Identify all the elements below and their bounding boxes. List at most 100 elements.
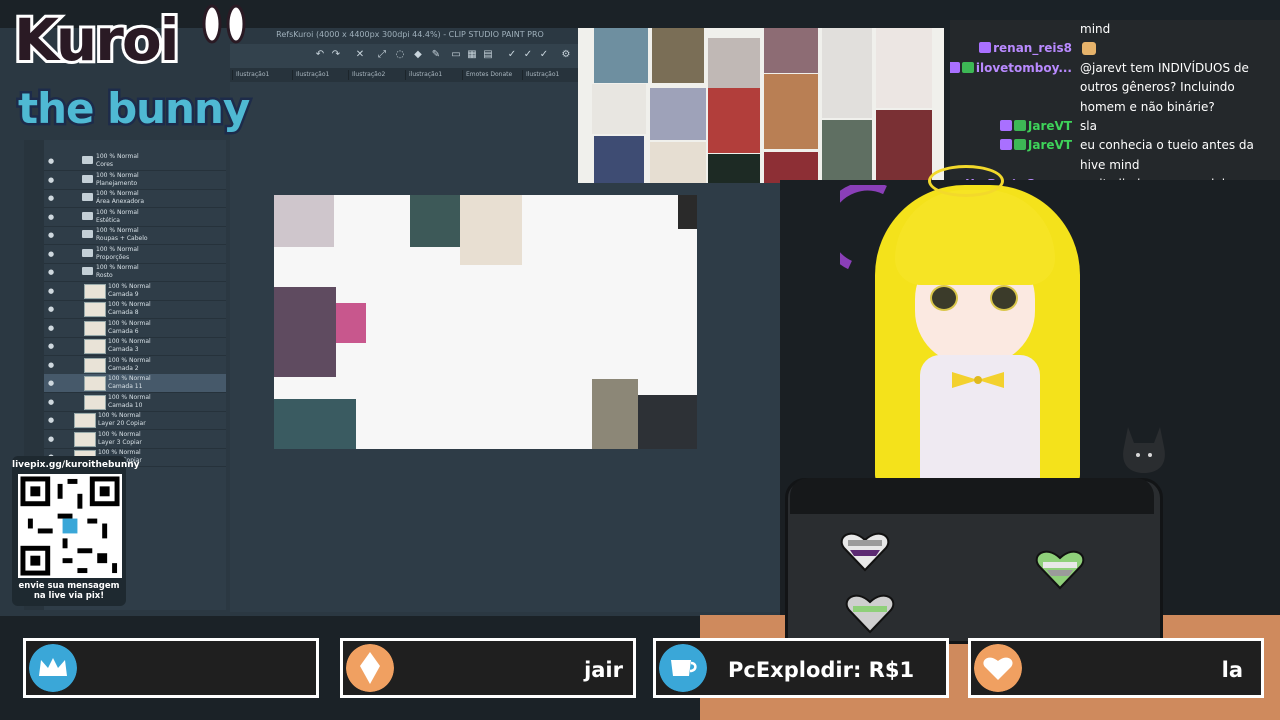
event-bar-sub xyxy=(23,638,319,698)
folder-icon xyxy=(82,248,93,257)
tab-1[interactable]: Ilustração1 xyxy=(292,70,332,80)
chat-message-text: outros gêneros? Incluindo xyxy=(1080,80,1235,95)
reference-photo xyxy=(652,28,704,83)
ruler-icon[interactable]: ▤ xyxy=(482,49,494,61)
visibility-eye-icon[interactable]: ● xyxy=(48,176,56,184)
visibility-eye-icon[interactable]: ● xyxy=(48,324,56,332)
reference-photo xyxy=(708,88,760,153)
layer-row[interactable]: ● 100 % Normal Planejamento xyxy=(24,171,226,190)
layer-name: Estética xyxy=(96,216,120,224)
layer-thumbnail xyxy=(84,283,106,299)
visibility-eye-icon[interactable]: ● xyxy=(48,231,56,239)
visibility-eye-icon[interactable]: ● xyxy=(48,435,56,443)
chat-username[interactable]: JareVT xyxy=(1028,138,1072,152)
tab-5[interactable]: Ilustração1 xyxy=(522,70,562,80)
clear-icon[interactable]: ✕ xyxy=(354,49,366,61)
layer-row[interactable]: ● 100 % Normal Camada 11 xyxy=(24,374,226,393)
agender-heart-sticker-icon xyxy=(845,594,895,634)
visibility-eye-icon[interactable]: ● xyxy=(48,398,56,406)
layer-row[interactable]: ● 100 % Normal Layer 20 Copiar xyxy=(24,411,226,430)
reference-photo xyxy=(764,74,818,149)
folder-icon xyxy=(82,193,93,201)
visibility-eye-icon[interactable]: ● xyxy=(48,213,56,221)
redo-icon[interactable]: ↷ xyxy=(330,49,342,61)
reference-photo xyxy=(594,136,644,183)
tab-0[interactable]: Ilustração1 xyxy=(232,70,272,80)
gem-icon xyxy=(346,644,394,692)
qr-code-icon xyxy=(18,474,122,578)
layer-row[interactable]: ● 100 % Normal Layer 3 Copiar xyxy=(24,430,226,449)
layer-name: Roupas + Cabelo xyxy=(96,235,148,242)
grid-icon[interactable]: ▦ xyxy=(466,49,478,61)
visibility-eye-icon[interactable]: ● xyxy=(48,305,56,313)
tab-3[interactable]: ilustração1 xyxy=(405,70,445,80)
avatar-halo xyxy=(928,165,1004,197)
event-bar-text: la xyxy=(1221,658,1243,682)
event-bar-text: PcExplodir: R$1 xyxy=(728,658,915,682)
fill-icon[interactable]: ◆ xyxy=(412,49,424,61)
layer-row[interactable]: ● 100 % Normal Camada 8 xyxy=(24,300,226,319)
reference-photo xyxy=(708,154,760,183)
reference-photo xyxy=(764,28,818,73)
layer-row[interactable]: ● 100 % Normal Camada 2 xyxy=(24,356,226,375)
twitch-badge-icon xyxy=(999,139,1012,151)
visibility-eye-icon[interactable]: ● xyxy=(48,194,56,202)
layer-row[interactable]: ● 100 % Normal Área Anexadora xyxy=(24,189,226,208)
layer-blend-mode: 100 % Normal xyxy=(96,153,139,160)
reference-photo xyxy=(650,88,706,140)
chat-username[interactable]: JareVT xyxy=(1028,119,1072,133)
layer-thumbnail xyxy=(84,339,106,354)
chat-message-text: sla xyxy=(1080,119,1097,133)
settings-icon[interactable]: ⚙ xyxy=(560,49,572,61)
layer-thumbnail xyxy=(74,431,96,447)
visibility-eye-icon[interactable]: ● xyxy=(48,287,56,295)
layer-row[interactable]: ● 100 % Normal Cores xyxy=(24,152,226,171)
layer-row[interactable]: ● 100 % Normal Camada 6 xyxy=(24,319,226,338)
transform-icon[interactable]: ⤢ xyxy=(376,49,388,61)
layer-blend-mode: 100 % Normal xyxy=(96,245,139,253)
twitch-badge-icon xyxy=(979,42,992,54)
layer-row[interactable]: ● 100 % Normal Rosto xyxy=(24,263,226,282)
chat-username[interactable]: ilovetomboy... xyxy=(976,61,1072,75)
layer-row[interactable]: ● 100 % Normal Proporções xyxy=(24,245,226,264)
chat-username[interactable]: renan_reis8 xyxy=(993,41,1072,55)
check2-icon[interactable]: ✓ xyxy=(522,49,534,61)
reference-photo xyxy=(592,84,646,134)
brush-icon[interactable]: ✎ xyxy=(430,49,442,61)
moderator-badge-icon xyxy=(961,61,974,73)
visibility-eye-icon[interactable]: ● xyxy=(48,157,56,165)
document-canvas[interactable] xyxy=(274,195,697,449)
stream-logo-subtitle: the bunny xyxy=(15,83,252,134)
layer-row[interactable]: ● 100 % Normal Camada 9 xyxy=(24,282,226,301)
chat-message-text: homem e não binárie? xyxy=(1080,99,1215,114)
layer-row[interactable]: ● 100 % Normal Estética xyxy=(24,208,226,227)
reference-photo xyxy=(876,110,932,183)
visibility-eye-icon[interactable]: ● xyxy=(48,268,56,276)
layer-row[interactable]: ● 100 % Normal Roupas + Cabelo xyxy=(24,226,226,245)
lasso-icon[interactable]: ◌ xyxy=(394,49,406,61)
visibility-eye-icon[interactable]: ● xyxy=(48,416,56,424)
visibility-eye-icon[interactable]: ● xyxy=(48,250,56,258)
tab-2[interactable]: Ilustração2 xyxy=(348,70,388,80)
reference-image xyxy=(274,195,334,247)
visibility-eye-icon[interactable]: ● xyxy=(48,379,56,387)
tab-4[interactable]: Emotes Donate xyxy=(462,70,515,80)
document-tabs: Ilustração1 Ilustração1 Ilustração2 ilus… xyxy=(230,68,580,82)
layer-blend-mode: 100 % Normal xyxy=(108,301,151,308)
visibility-eye-icon[interactable]: ● xyxy=(48,342,56,350)
check3-icon[interactable]: ✓ xyxy=(538,49,550,61)
chat-emote-icon xyxy=(1082,42,1096,56)
reference-image xyxy=(336,303,366,343)
layer-row[interactable]: ● 100 % Normal Camada 10 xyxy=(24,393,226,412)
aro-heart-sticker-icon xyxy=(1035,550,1085,590)
layer-row[interactable]: ● 100 % Normal Camada 3 xyxy=(24,337,226,356)
stream-logo-title: Kuroi xyxy=(11,6,183,74)
layer-thumbnail xyxy=(74,413,96,428)
bunny-plush-icon xyxy=(1123,427,1165,473)
select-icon[interactable]: ▭ xyxy=(450,49,462,61)
check-icon[interactable]: ✓ xyxy=(506,49,518,61)
undo-icon[interactable]: ↶ xyxy=(314,49,326,61)
layer-name: Layer 3 Copiar xyxy=(98,438,142,446)
visibility-eye-icon[interactable]: ● xyxy=(48,361,56,369)
layer-name: Área Anexadora xyxy=(96,198,145,205)
